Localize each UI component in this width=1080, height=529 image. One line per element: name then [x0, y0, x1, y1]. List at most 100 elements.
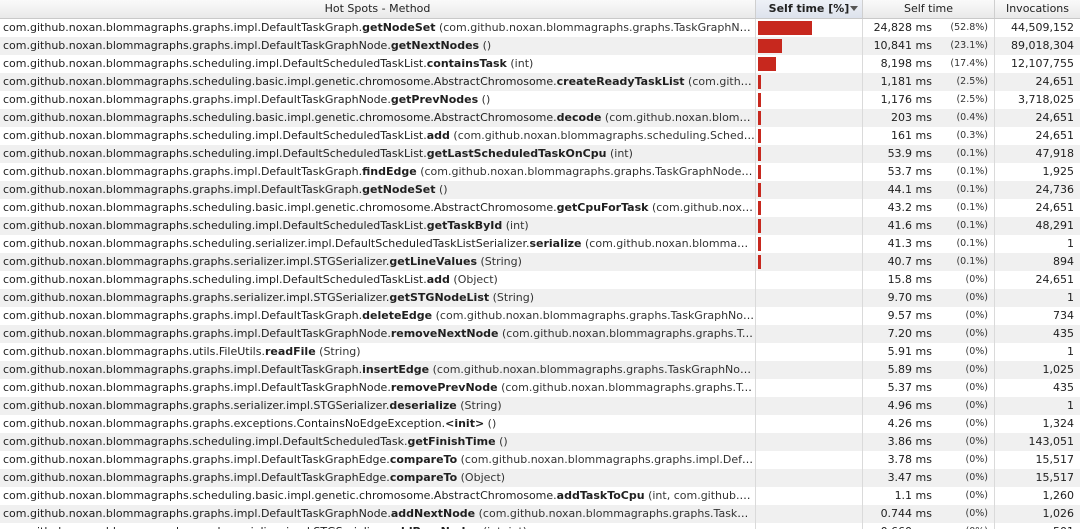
- self-time-bar: [758, 255, 761, 269]
- method-arguments: (com.github.noxan.blommagraphs.graphs.Ta…: [478, 507, 756, 520]
- method-class-prefix: com.github.noxan.blommagraphs.scheduling…: [3, 237, 530, 250]
- table-row[interactable]: com.github.noxan.blommagraphs.graphs.ser…: [0, 397, 1080, 415]
- self-time-bar-cell: [756, 397, 863, 415]
- self-time-value: 43.2 ms: [887, 201, 932, 214]
- method-name: <init>: [445, 417, 485, 430]
- self-time-bar-cell: [756, 19, 863, 37]
- method-cell: com.github.noxan.blommagraphs.scheduling…: [0, 73, 756, 91]
- self-time-percent: (0.4%): [956, 112, 988, 123]
- method-arguments: (int, com.github.noxan.blommagraphs.grap…: [648, 489, 755, 502]
- self-time-percent: (2.5%): [956, 76, 988, 87]
- invocations-cell: 24,736: [1035, 183, 1075, 196]
- table-row[interactable]: com.github.noxan.blommagraphs.scheduling…: [0, 217, 1080, 235]
- column-header-self-time-percent[interactable]: Self time [%]: [756, 0, 863, 18]
- table-row[interactable]: com.github.noxan.blommagraphs.scheduling…: [0, 487, 1080, 505]
- method-cell: com.github.noxan.blommagraphs.graphs.imp…: [0, 181, 756, 199]
- method-name: getTaskById: [426, 219, 503, 232]
- self-time-percent: (0%): [965, 400, 988, 411]
- invocations-cell: 15,517: [1035, 471, 1075, 484]
- table-row[interactable]: com.github.noxan.blommagraphs.scheduling…: [0, 73, 1080, 91]
- method-cell: com.github.noxan.blommagraphs.graphs.imp…: [0, 307, 756, 325]
- method-cell: com.github.noxan.blommagraphs.graphs.imp…: [0, 361, 756, 379]
- invocations-cell: 3,718,025: [1018, 93, 1074, 106]
- table-row[interactable]: com.github.noxan.blommagraphs.scheduling…: [0, 271, 1080, 289]
- self-time-cell: 1.1 ms (0%): [863, 487, 995, 505]
- self-time-cell: 43.2 ms (0.1%): [863, 199, 995, 217]
- table-row[interactable]: com.github.noxan.blommagraphs.graphs.imp…: [0, 379, 1080, 397]
- table-row[interactable]: com.github.noxan.blommagraphs.graphs.imp…: [0, 163, 1080, 181]
- self-time-cell: 4.96 ms (0%): [863, 397, 995, 415]
- method-arguments: (): [479, 39, 492, 52]
- self-time-bar-cell: [756, 487, 863, 505]
- self-time-bar-cell: [756, 199, 863, 217]
- self-time-bar-cell: [756, 37, 863, 55]
- table-row[interactable]: com.github.noxan.blommagraphs.scheduling…: [0, 145, 1080, 163]
- method-cell: com.github.noxan.blommagraphs.scheduling…: [0, 127, 756, 145]
- invocations-cell: 24,651: [1035, 273, 1075, 286]
- invocations-cell: 1,260: [1042, 489, 1075, 502]
- method-class-prefix: com.github.noxan.blommagraphs.graphs.imp…: [3, 453, 390, 466]
- table-row[interactable]: com.github.noxan.blommagraphs.scheduling…: [0, 109, 1080, 127]
- table-row[interactable]: com.github.noxan.blommagraphs.scheduling…: [0, 235, 1080, 253]
- method-arguments: (com.github.noxan.blommagraphs.graphs.Ta…: [604, 111, 756, 124]
- self-time-cell: 5.89 ms (0%): [863, 361, 995, 379]
- self-time-percent: (0.1%): [956, 166, 988, 177]
- invocations-cell: 15,517: [1035, 453, 1075, 466]
- invocations-cell: 48,291: [1035, 219, 1075, 232]
- method-arguments: (String): [315, 345, 361, 358]
- self-time-cell: 8,198 ms (17.4%): [863, 55, 995, 73]
- table-row[interactable]: com.github.noxan.blommagraphs.graphs.imp…: [0, 19, 1080, 37]
- table-row[interactable]: com.github.noxan.blommagraphs.scheduling…: [0, 199, 1080, 217]
- table-row[interactable]: com.github.noxan.blommagraphs.graphs.exc…: [0, 415, 1080, 433]
- table-row[interactable]: com.github.noxan.blommagraphs.utils.File…: [0, 343, 1080, 361]
- self-time-bar: [758, 183, 761, 197]
- table-row[interactable]: com.github.noxan.blommagraphs.graphs.imp…: [0, 451, 1080, 469]
- table-row[interactable]: com.github.noxan.blommagraphs.graphs.imp…: [0, 181, 1080, 199]
- column-header-method[interactable]: Hot Spots - Method: [0, 0, 756, 18]
- table-row[interactable]: com.github.noxan.blommagraphs.scheduling…: [0, 127, 1080, 145]
- table-row[interactable]: com.github.noxan.blommagraphs.graphs.ser…: [0, 253, 1080, 271]
- method-cell: com.github.noxan.blommagraphs.scheduling…: [0, 235, 756, 253]
- self-time-percent: (0.1%): [956, 256, 988, 267]
- table-row[interactable]: com.github.noxan.blommagraphs.scheduling…: [0, 433, 1080, 451]
- invocations-cell: 1,324: [1042, 417, 1075, 430]
- invocations-cell: 24,651: [1035, 201, 1075, 214]
- self-time-cell: 9.70 ms (0%): [863, 289, 995, 307]
- method-name: getLastScheduledTaskOnCpu: [426, 147, 607, 160]
- self-time-value: 1,181 ms: [880, 75, 932, 88]
- column-header-invocations[interactable]: Invocations: [995, 0, 1080, 18]
- method-cell: com.github.noxan.blommagraphs.graphs.imp…: [0, 19, 756, 37]
- table-row[interactable]: com.github.noxan.blommagraphs.graphs.imp…: [0, 325, 1080, 343]
- column-header-self-time[interactable]: Self time: [863, 0, 995, 18]
- method-class-prefix: com.github.noxan.blommagraphs.graphs.imp…: [3, 183, 363, 196]
- self-time-percent: (0%): [965, 292, 988, 303]
- column-header-self-time-percent-label: Self time [%]: [768, 2, 850, 15]
- table-row[interactable]: com.github.noxan.blommagraphs.graphs.imp…: [0, 469, 1080, 487]
- self-time-cell: 1,176 ms (2.5%): [863, 91, 995, 109]
- hot-spots-table: Hot Spots - Method Self time [%] Self ti…: [0, 0, 1080, 529]
- table-row[interactable]: com.github.noxan.blommagraphs.graphs.imp…: [0, 37, 1080, 55]
- table-row[interactable]: com.github.noxan.blommagraphs.graphs.imp…: [0, 307, 1080, 325]
- invocations-cell: 1,026: [1042, 507, 1075, 520]
- method-cell: com.github.noxan.blommagraphs.graphs.imp…: [0, 325, 756, 343]
- invocations-cell: 894: [1053, 255, 1074, 268]
- method-cell: com.github.noxan.blommagraphs.graphs.imp…: [0, 451, 756, 469]
- method-arguments: (com.github.noxan.blommagraphs.graphs.Ta…: [688, 75, 756, 88]
- table-row[interactable]: com.github.noxan.blommagraphs.graphs.imp…: [0, 91, 1080, 109]
- method-class-prefix: com.github.noxan.blommagraphs.scheduling…: [3, 273, 427, 286]
- method-cell: com.github.noxan.blommagraphs.graphs.exc…: [0, 415, 756, 433]
- table-row[interactable]: com.github.noxan.blommagraphs.scheduling…: [0, 55, 1080, 73]
- table-row[interactable]: com.github.noxan.blommagraphs.graphs.imp…: [0, 505, 1080, 523]
- invocations-cell: 47,918: [1035, 147, 1075, 160]
- self-time-cell: 3.78 ms (0%): [863, 451, 995, 469]
- self-time-cell: 3.47 ms (0%): [863, 469, 995, 487]
- method-arguments: (): [435, 183, 448, 196]
- method-name: createReadyTaskList: [556, 75, 685, 88]
- self-time-value: 3.78 ms: [887, 453, 932, 466]
- self-time-cell: 44.1 ms (0.1%): [863, 181, 995, 199]
- method-name: getNodeSet: [362, 183, 436, 196]
- self-time-cell: 40.7 ms (0.1%): [863, 253, 995, 271]
- table-row[interactable]: com.github.noxan.blommagraphs.graphs.ser…: [0, 289, 1080, 307]
- table-row[interactable]: com.github.noxan.blommagraphs.graphs.ser…: [0, 523, 1080, 529]
- table-row[interactable]: com.github.noxan.blommagraphs.graphs.imp…: [0, 361, 1080, 379]
